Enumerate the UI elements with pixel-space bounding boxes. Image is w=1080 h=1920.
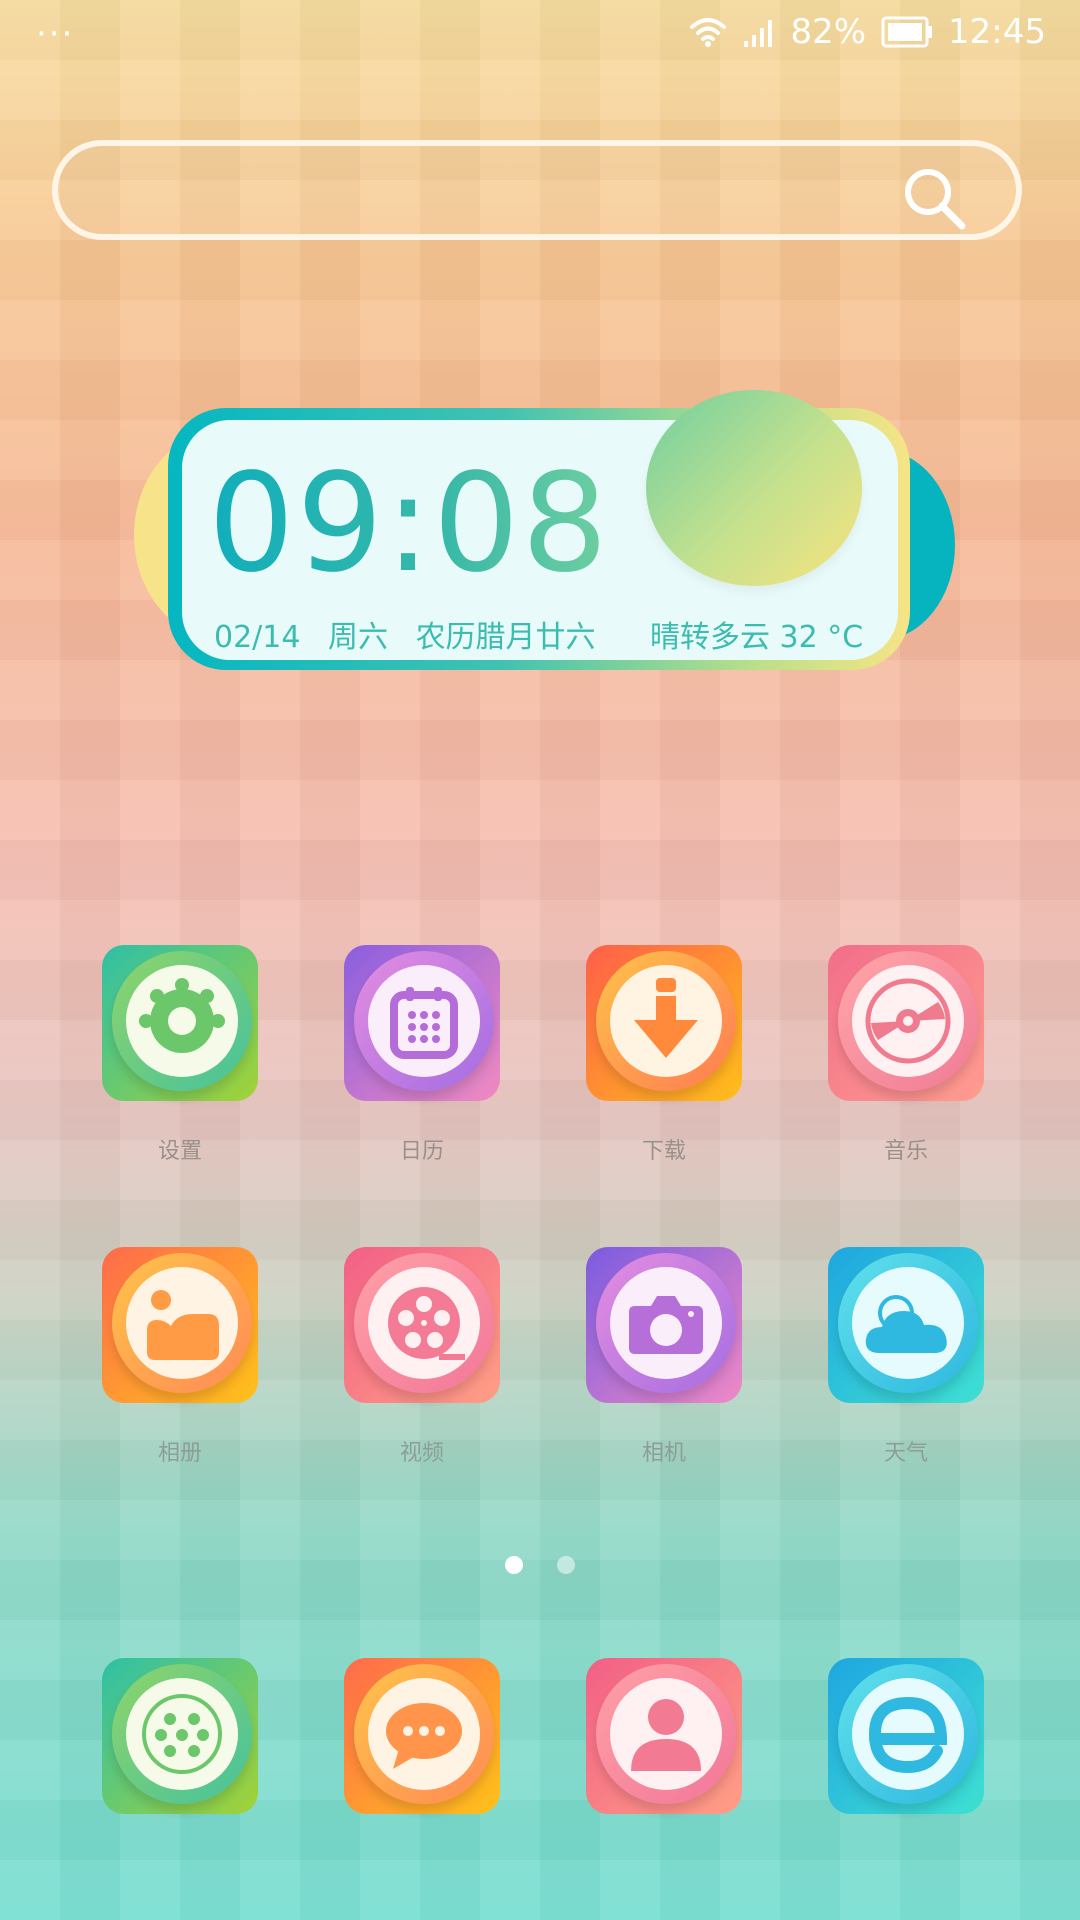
app-label: 相机 <box>641 1441 686 1466</box>
dialer-icon[interactable] <box>102 1658 258 1814</box>
page-dot[interactable] <box>557 1556 575 1574</box>
status-bar: ··· 82% 12:45 <box>0 0 1080 70</box>
dock-contacts[interactable] <box>579 1658 749 1814</box>
app-label: 相册 <box>157 1441 202 1466</box>
clock-weather-widget[interactable]: 09:08 02/14 周六 农历腊月廿六 晴转多云 32 °C <box>130 390 955 690</box>
app-label: 设置 <box>157 1139 202 1164</box>
status-right: 82% 12:45 <box>688 12 1046 52</box>
messages-icon[interactable] <box>344 1658 500 1814</box>
app-download[interactable]: 下载 <box>579 945 749 1165</box>
app-settings[interactable]: 设置 <box>95 945 265 1165</box>
search-bar[interactable] <box>52 140 1022 240</box>
app-music[interactable]: 音乐 <box>821 945 991 1165</box>
status-menu-dots[interactable]: ··· <box>36 14 74 54</box>
camera-icon[interactable] <box>586 1247 742 1403</box>
music-disc-icon[interactable] <box>828 945 984 1101</box>
search-input[interactable] <box>98 164 922 222</box>
dock-messages[interactable] <box>337 1658 507 1814</box>
battery-icon <box>880 15 934 49</box>
page-dot-active[interactable] <box>505 1556 523 1574</box>
app-weather[interactable]: 天气 <box>821 1247 991 1467</box>
dock-browser[interactable] <box>821 1658 991 1814</box>
app-calendar[interactable]: 日历 <box>337 945 507 1165</box>
app-gallery[interactable]: 相册 <box>95 1247 265 1467</box>
widget-date: 02/14 <box>214 620 301 655</box>
app-video[interactable]: 视频 <box>337 1247 507 1467</box>
app-label: 天气 <box>883 1441 928 1466</box>
widget-time[interactable]: 09:08 <box>208 445 610 603</box>
download-icon[interactable] <box>586 945 742 1101</box>
calendar-icon[interactable] <box>344 945 500 1101</box>
widget-weather: 晴转多云 <box>650 620 770 655</box>
settings-icon[interactable] <box>102 945 258 1101</box>
widget-weekday: 周六 <box>328 620 389 655</box>
weather-cloud-icon[interactable] <box>828 1247 984 1403</box>
app-label: 日历 <box>399 1139 444 1164</box>
widget-temperature: 32 °C <box>779 620 864 655</box>
browser-icon[interactable] <box>828 1658 984 1814</box>
status-time: 12:45 <box>948 12 1046 52</box>
signal-icon <box>742 15 776 49</box>
widget-date-line: 02/14 周六 农历腊月廿六 <box>214 612 614 656</box>
search-icon[interactable] <box>900 164 970 238</box>
gallery-icon[interactable] <box>102 1247 258 1403</box>
app-camera[interactable]: 相机 <box>579 1247 749 1467</box>
page-indicator[interactable] <box>0 1556 1080 1574</box>
widget-lunar-date: 农历腊月廿六 <box>415 620 596 655</box>
app-label: 下载 <box>641 1139 686 1164</box>
widget-weather-line: 晴转多云 32 °C <box>650 612 863 656</box>
video-reel-icon[interactable] <box>344 1247 500 1403</box>
app-label: 音乐 <box>883 1139 928 1164</box>
wifi-icon <box>688 15 728 49</box>
battery-percent: 82% <box>790 12 867 52</box>
dock-dialer[interactable] <box>95 1658 265 1814</box>
sun-icon <box>646 390 862 586</box>
app-label: 视频 <box>399 1441 444 1466</box>
contacts-icon[interactable] <box>586 1658 742 1814</box>
